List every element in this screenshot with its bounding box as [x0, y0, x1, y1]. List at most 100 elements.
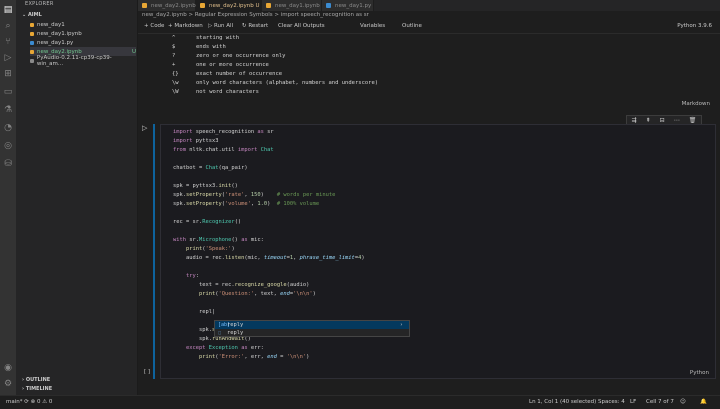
python-file-icon — [326, 3, 331, 8]
autocomplete-popup: [ab] reply › ⬚ reply — [214, 320, 410, 337]
code-line: text = rec.recognize_google(audio) — [173, 282, 310, 288]
code-line: spk.setProperty('volume', 1.0) # 100% vo… — [173, 201, 320, 207]
status-bar: main* ⟳ ⊗ 0 ⚠ 0 Ln 1, Col 1 (40 selected… — [0, 395, 720, 409]
code-cell-editor[interactable]: import speech_recognition as sr import p… — [160, 124, 716, 379]
status-left: main* ⟳ ⊗ 0 ⚠ 0 — [6, 399, 52, 405]
problems-indicator[interactable]: ⊗ 0 ⚠ 0 — [31, 399, 53, 405]
regex-symbol-row: $ ends with — [172, 44, 226, 50]
code-line: try: — [185, 273, 199, 279]
source-control-icon[interactable]: ⑂ — [2, 36, 14, 48]
code-line: import pyttsx3 — [173, 138, 219, 144]
code-line: import speech_recognition as sr — [173, 129, 274, 135]
kernel-picker[interactable]: Python 3.9.6 — [677, 23, 712, 29]
restart-button[interactable]: ↻ Restart — [242, 23, 268, 29]
settings-icon[interactable]: ⚙ — [2, 378, 14, 390]
notebook-icon — [142, 3, 147, 8]
workspace-name: AIML — [27, 12, 42, 18]
file-new-day1[interactable]: new_day1 — [30, 20, 136, 29]
account-icon[interactable]: ◉ — [2, 362, 14, 374]
file-icon — [30, 58, 34, 63]
outline-button[interactable]: Outline — [402, 23, 422, 29]
code-line: except Exception as err: — [185, 345, 264, 351]
search-icon[interactable]: ⌕ — [2, 20, 14, 32]
code-line: from nltk.chat.util import Chat — [173, 147, 274, 153]
notebook-icon — [30, 49, 34, 54]
cell-focus-indicator — [153, 124, 155, 379]
markdown-cell[interactable]: ^ starting with $ ends with ? zero or one o… — [160, 34, 716, 112]
file-icon — [30, 22, 34, 27]
code-line: print('Speak:') — [185, 246, 235, 252]
typed-text: repl — [198, 309, 212, 315]
chevron-right-icon[interactable]: › — [400, 322, 403, 328]
tab-new-day1-py[interactable]: new_day1.py — [322, 0, 374, 11]
tab-new-day2-preview[interactable]: new_day2.ipynb — [138, 0, 196, 11]
indentation[interactable]: Spaces: 4 — [598, 399, 625, 405]
code-line: print('Question:', text, end='\n\n') — [198, 291, 316, 297]
file-pyaudio-wheel[interactable]: PyAudio-0.2.11-cp39-cp39-win_am... — [30, 54, 136, 67]
split-cell-icon[interactable]: ⊟ — [660, 117, 665, 124]
notifications-icon[interactable]: 🔔 — [700, 399, 707, 405]
regex-symbol-row: ? zero or one occurrence only — [172, 53, 286, 59]
sync-icon[interactable]: ⟳ — [24, 399, 29, 405]
outline-section[interactable]: › OUTLINE — [22, 377, 50, 383]
docker-icon[interactable]: ◎ — [2, 140, 14, 152]
tab-new-day1-ipynb[interactable]: new_day1.ipynb — [262, 0, 322, 11]
suggestion-label: reply — [227, 322, 244, 328]
run-debug-icon[interactable]: ▷ — [2, 52, 14, 64]
cursor-position[interactable]: Ln 1, Col 1 (40 selected) — [529, 399, 596, 405]
timeline-section[interactable]: › TIMELINE — [22, 386, 52, 392]
python-file-icon — [30, 40, 34, 45]
explorer-title: EXPLORER — [25, 1, 54, 7]
snippet-icon: ⬚ — [218, 330, 222, 336]
jupyter-icon[interactable]: ◔ — [2, 122, 14, 134]
files-icon[interactable]: ▤ — [2, 4, 14, 16]
add-markdown-button[interactable]: + Markdown — [168, 23, 203, 29]
code-line: rec = sr.Recognizer() — [173, 219, 242, 225]
regex-symbol-row: + one or more occurrence — [172, 62, 269, 68]
suggestion-item[interactable]: [ab] reply › — [215, 321, 409, 329]
suggestion-label: reply — [227, 330, 244, 336]
file-new-day1-py[interactable]: new_day1.py — [30, 38, 136, 47]
testing-icon[interactable]: ⚗ — [2, 104, 14, 116]
cell-language-label[interactable]: Markdown — [682, 101, 710, 107]
feedback-icon[interactable]: ☺ — [680, 399, 686, 405]
cell-indicator[interactable]: Cell 7 of 7 — [646, 399, 674, 405]
line-ending[interactable]: LF — [630, 399, 636, 405]
database-icon[interactable]: ⛁ — [2, 158, 14, 170]
file-label: PyAudio-0.2.11-cp39-cp39-win_am... — [36, 54, 112, 67]
code-line: repl| — [198, 309, 216, 315]
regex-symbol-row: \w only word characters (alphabet, number… — [172, 80, 379, 86]
code-line: print('Error:', err, end = '\n\n') — [198, 354, 310, 360]
execution-count: [ ] — [144, 369, 151, 375]
run-all-button[interactable]: ▷ Run All — [208, 23, 233, 29]
code-line: spk.runAndWait() — [173, 336, 251, 342]
remote-explorer-icon[interactable]: ▭ — [2, 86, 14, 98]
timeline-label: TIMELINE — [25, 386, 53, 392]
run-cell-icon[interactable]: ▷ — [142, 124, 147, 132]
extensions-icon[interactable]: ⊞ — [2, 68, 14, 80]
notebook-icon — [30, 31, 34, 36]
notebook-icon — [266, 3, 271, 8]
breadcrumb[interactable]: new_day2.ipynb > Regular Expression Symb… — [142, 12, 369, 18]
branch-indicator[interactable]: main* — [6, 399, 23, 405]
code-line: with sr.Microphone() as mic: — [173, 237, 264, 243]
file-label: new_day1 — [37, 21, 65, 28]
add-code-button[interactable]: + Code — [144, 23, 164, 29]
workspace-folder[interactable]: ⌄ AIML — [22, 12, 42, 18]
file-label: new_day1.py — [37, 39, 74, 46]
notebook-icon — [200, 3, 205, 8]
file-new-day1-ipynb[interactable]: new_day1.ipynb — [30, 29, 136, 38]
code-line: spk = pyttsx3.init() — [173, 183, 238, 189]
cell-language-label[interactable]: Python — [690, 370, 709, 376]
delete-cell-icon[interactable]: 🗑 — [689, 117, 697, 124]
clear-outputs-button[interactable]: Clear All Outputs — [278, 23, 325, 29]
suggestion-item[interactable]: ⬚ reply — [215, 329, 409, 337]
regex-symbol-row: {} exact number of occurrence — [172, 71, 283, 77]
file-label: new_day1.ipynb — [37, 30, 82, 37]
tab-new-day2[interactable]: new_day2.ipynb U — [196, 0, 262, 11]
run-by-line-icon[interactable]: ⇶ — [632, 117, 637, 124]
variables-button[interactable]: Variables — [360, 23, 385, 29]
tab-label: new_day2.ipynb — [151, 2, 196, 9]
more-actions-icon[interactable]: ⋯ — [674, 117, 680, 124]
execute-above-icon[interactable]: ⇞ — [646, 117, 651, 124]
